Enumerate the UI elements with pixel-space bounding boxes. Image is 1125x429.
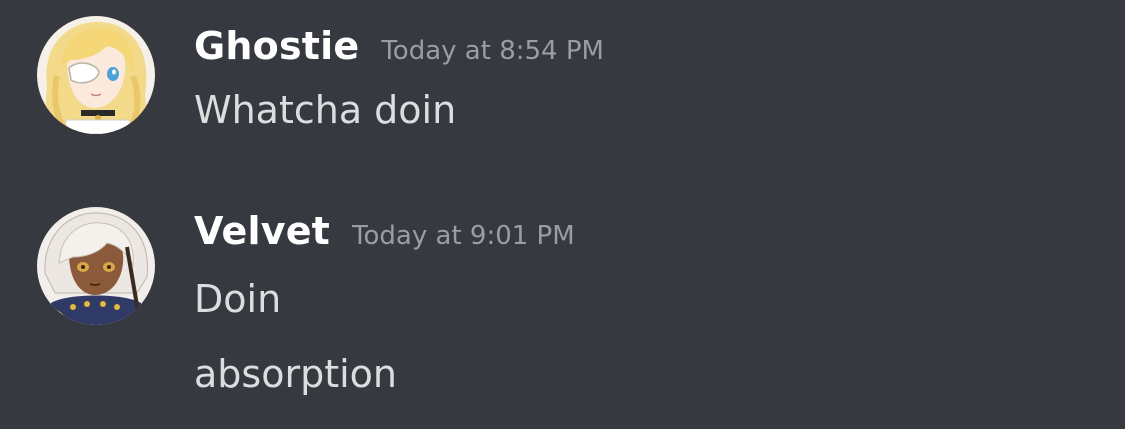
username[interactable]: Velvet [194,209,330,253]
message-text: Doin [194,277,282,321]
timestamp: Today at 8:54 PM [381,36,604,66]
avatar-image [37,207,155,325]
message-header: Ghostie Today at 8:54 PM [194,24,604,68]
user-avatar[interactable] [37,16,155,134]
chat-message-list: Ghostie Today at 8:54 PM Whatcha doin Ve… [0,0,1125,429]
message-header: Velvet Today at 9:01 PM [194,209,575,253]
message-text: absorption [194,352,397,396]
timestamp: Today at 9:01 PM [352,221,575,251]
message-text: Whatcha doin [194,88,457,132]
username[interactable]: Ghostie [194,24,359,68]
user-avatar[interactable] [37,207,155,325]
avatar-image [37,16,155,134]
